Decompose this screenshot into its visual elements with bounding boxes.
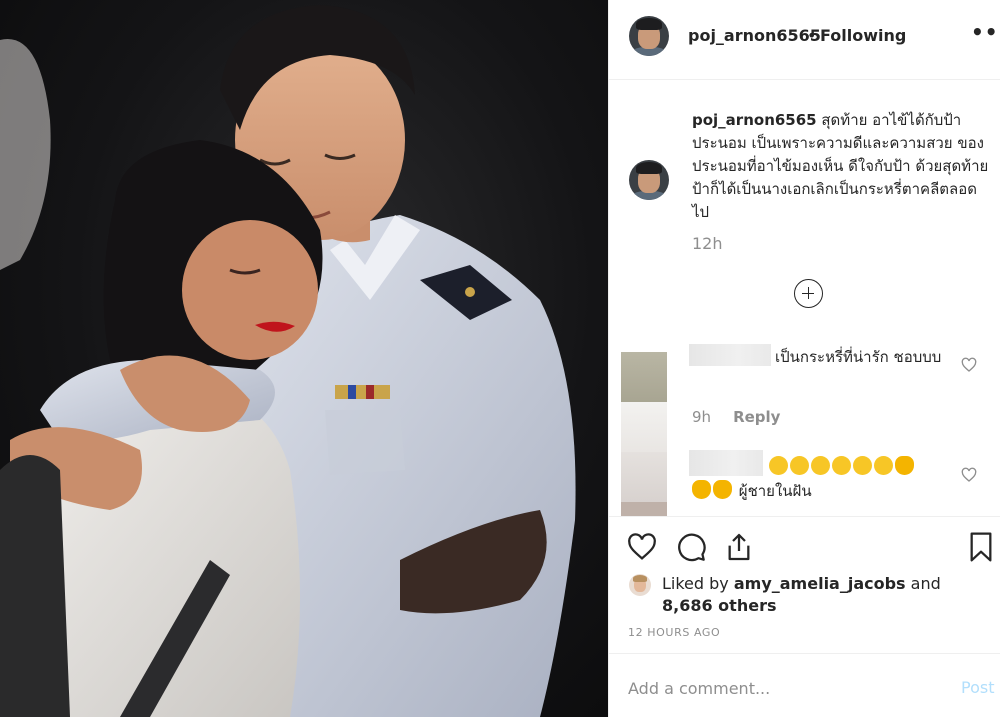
clap-emoji-icon	[895, 456, 914, 475]
separator-dot: •	[807, 26, 817, 45]
following-button[interactable]: Following	[820, 26, 906, 45]
author-avatar[interactable]	[629, 16, 669, 56]
clap-emoji-icon	[692, 480, 711, 499]
commenter-avatar-fragment	[621, 402, 667, 452]
comment-input[interactable]	[628, 674, 928, 702]
comment-bubble-icon[interactable]	[675, 531, 707, 563]
commenter-avatar[interactable]	[621, 452, 667, 502]
post-timestamp[interactable]: 12 HOURS AGO	[628, 626, 720, 639]
grin-emoji-icon	[811, 456, 830, 475]
comment-like-heart-icon[interactable]	[961, 467, 977, 483]
load-more-comments-icon[interactable]	[794, 279, 823, 308]
comment-emoji-row	[769, 455, 916, 479]
comment-meta: 9h Reply	[692, 408, 780, 426]
laugh-emoji-icon	[832, 456, 851, 475]
commenter-username-blurred[interactable]	[689, 450, 763, 476]
post-actions: Liked by amy_amelia_jacobs and 8,686 oth…	[609, 516, 1000, 666]
likes-count-button[interactable]: 8,686 others	[662, 596, 776, 615]
caption-avatar[interactable]	[629, 160, 669, 200]
post-comment-button[interactable]: Post	[961, 678, 994, 697]
liked-and-label: and	[910, 574, 941, 593]
caption-timestamp[interactable]: 12h	[692, 234, 723, 253]
comment-text: เป็นกระหรี่ที่น่ารัก ชอบบบ	[775, 348, 942, 366]
post-header: poj_arnon6565 • Following •••	[609, 0, 1000, 80]
add-comment-bar: Post	[609, 653, 1000, 717]
clap-emoji-icon	[713, 480, 732, 499]
heart-icon[interactable]	[626, 531, 658, 563]
post-photo[interactable]	[0, 0, 608, 717]
comment-text: ผู้ชายในฝัน	[692, 479, 812, 503]
post-image	[0, 5, 576, 717]
comment-time[interactable]: 9h	[692, 408, 711, 426]
grin-emoji-icon	[790, 456, 809, 475]
author-username[interactable]: poj_arnon6565	[688, 26, 821, 45]
comment-like-heart-icon[interactable]	[961, 357, 977, 373]
commenter-avatar-fragment	[621, 502, 667, 516]
liked-by-label: Liked by	[662, 574, 729, 593]
laugh-emoji-icon	[853, 456, 872, 475]
post-caption: poj_arnon6565 สุดท้าย อาไข้ได้กับป้า ประ…	[692, 109, 992, 224]
caption-username[interactable]: poj_arnon6565	[692, 111, 817, 129]
commenter-username-blurred[interactable]	[689, 344, 771, 366]
reply-button[interactable]: Reply	[733, 408, 780, 426]
comment-text-tail: ผู้ชายในฝัน	[738, 482, 812, 500]
bookmark-icon[interactable]	[967, 531, 995, 563]
grin-emoji-icon	[769, 456, 788, 475]
laugh-emoji-icon	[874, 456, 893, 475]
likes-summary: Liked by amy_amelia_jacobs and 8,686 oth…	[662, 573, 941, 617]
more-options-icon[interactable]: •••	[971, 20, 1000, 44]
liker-avatar[interactable]	[629, 574, 651, 596]
share-icon[interactable]	[723, 531, 755, 563]
liker-username[interactable]: amy_amelia_jacobs	[734, 574, 906, 593]
post-side-panel: poj_arnon6565 • Following ••• poj_arnon6…	[608, 0, 1000, 717]
commenter-avatar[interactable]	[621, 352, 667, 402]
